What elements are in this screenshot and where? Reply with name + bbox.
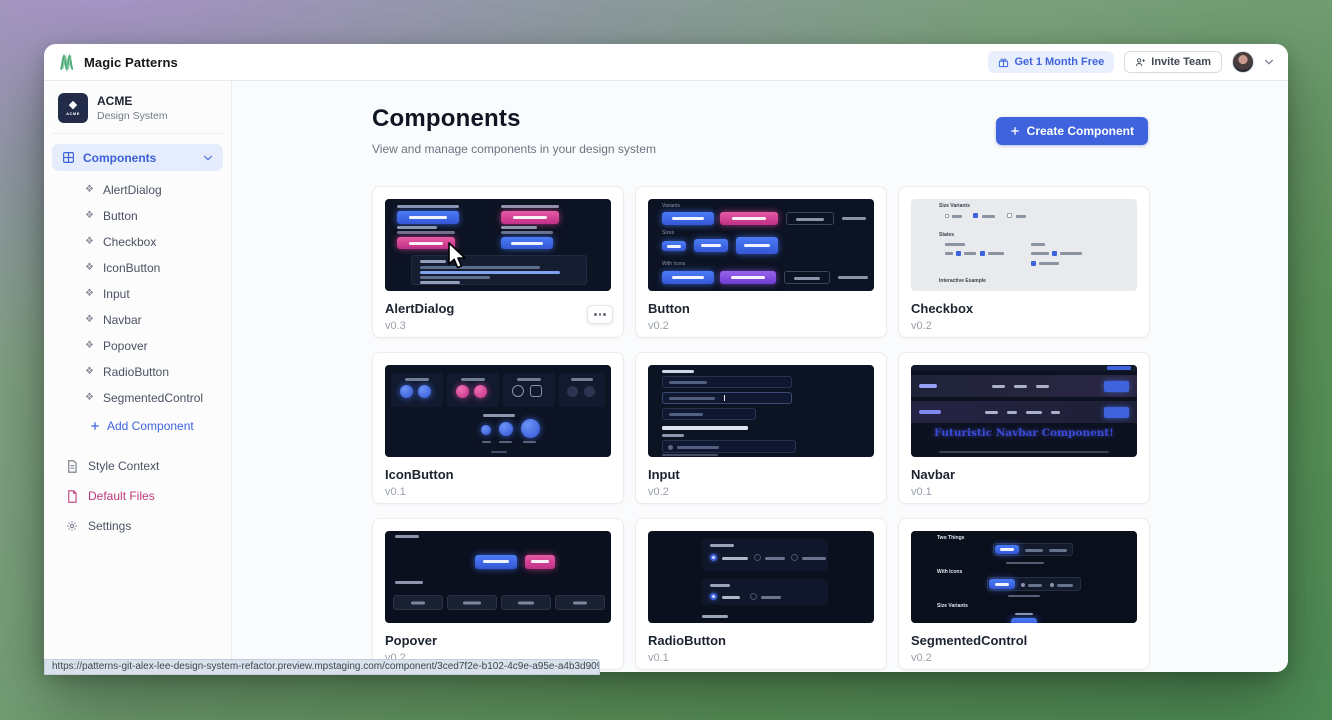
file-icon <box>66 490 78 503</box>
card-version: v0.1 <box>911 486 1137 498</box>
card-title: IconButton <box>385 467 611 482</box>
desktop-background: Magic Patterns Get 1 Month Free Invite T… <box>0 0 1332 720</box>
sidebar-item-popover[interactable]: ❖Popover <box>52 333 223 359</box>
navbar-thumbnail: Futuristic Navbar Component! <box>911 365 1137 457</box>
brand: Magic Patterns <box>58 53 178 72</box>
component-card-iconbutton[interactable]: IconButton v0.1 <box>372 352 624 504</box>
card-title: AlertDialog <box>385 301 611 316</box>
gift-icon <box>998 57 1009 68</box>
component-icon: ❖ <box>85 393 94 403</box>
main-content: Components View and manage components in… <box>232 81 1288 672</box>
component-icon: ❖ <box>85 263 94 273</box>
component-icon: ❖ <box>85 289 94 299</box>
component-card-popover[interactable]: Popover v0.2 <box>372 518 624 670</box>
person-plus-icon <box>1135 57 1146 68</box>
component-icon: ❖ <box>85 341 94 351</box>
card-title: Navbar <box>911 467 1137 482</box>
app-window: Magic Patterns Get 1 Month Free Invite T… <box>44 44 1288 672</box>
acme-logo: ◆ACME <box>58 93 88 123</box>
sidebar-item-iconbutton[interactable]: ❖IconButton <box>52 255 223 281</box>
card-version: v0.2 <box>648 486 874 498</box>
card-menu-button[interactable] <box>587 305 613 324</box>
card-version: v0.2 <box>911 652 1137 664</box>
card-title: Checkbox <box>911 301 1137 316</box>
card-title: Input <box>648 467 874 482</box>
card-version: v0.1 <box>385 486 611 498</box>
button-thumbnail: Variants Sizes With Icons <box>648 199 874 291</box>
chevron-down-icon <box>203 153 213 163</box>
card-version: v0.2 <box>911 320 1137 332</box>
component-icon: ❖ <box>85 237 94 247</box>
plus-icon <box>90 421 100 431</box>
sidebar-item-radiobutton[interactable]: ❖RadioButton <box>52 359 223 385</box>
component-card-alertdialog[interactable]: AlertDialog v0.3 <box>372 186 624 338</box>
file-text-icon <box>66 460 78 473</box>
grid-icon <box>62 151 75 164</box>
workspace-tagline: Design System <box>97 110 168 122</box>
sidebar-item-input[interactable]: ❖Input <box>52 281 223 307</box>
invite-team-button[interactable]: Invite Team <box>1124 51 1222 73</box>
app-header: Magic Patterns Get 1 Month Free Invite T… <box>44 44 1288 81</box>
card-title: Button <box>648 301 874 316</box>
component-icon: ❖ <box>85 185 94 195</box>
sidebar-item-button[interactable]: ❖Button <box>52 203 223 229</box>
sidebar: ◆ACME ACME Design System Components <box>44 81 232 672</box>
brand-name: Magic Patterns <box>84 55 178 70</box>
iconbutton-thumbnail <box>385 365 611 457</box>
card-title: SegmentedControl <box>911 633 1137 648</box>
link-preview-status-bar: https://patterns-git-alex-lee-design-sys… <box>44 659 600 675</box>
popover-thumbnail <box>385 531 611 623</box>
card-version: v0.1 <box>648 652 874 664</box>
component-card-button[interactable]: Variants Sizes With Icons <box>635 186 887 338</box>
segmentedcontrol-thumbnail: Two Things With Icons <box>911 531 1137 623</box>
gear-icon <box>66 520 78 532</box>
sidebar-item-settings[interactable]: Settings <box>52 511 223 541</box>
sidebar-item-components[interactable]: Components <box>52 144 223 171</box>
input-thumbnail <box>648 365 874 457</box>
workspace-switcher[interactable]: ◆ACME ACME Design System <box>52 89 223 134</box>
card-title: RadioButton <box>648 633 874 648</box>
component-grid: AlertDialog v0.3 Variants Sizes <box>372 186 1148 670</box>
component-icon: ❖ <box>85 211 94 221</box>
component-card-navbar[interactable]: Futuristic Navbar Component! Navbar v0.1 <box>898 352 1150 504</box>
page-subtitle: View and manage components in your desig… <box>372 142 656 156</box>
navbar-caption: Futuristic Navbar Component! <box>911 427 1137 439</box>
component-card-input[interactable]: Input v0.2 <box>635 352 887 504</box>
component-card-checkbox[interactable]: Size Variants States I <box>898 186 1150 338</box>
get-month-free-button[interactable]: Get 1 Month Free <box>988 51 1114 73</box>
card-version: v0.2 <box>648 320 874 332</box>
component-card-segmentedcontrol[interactable]: Two Things With Icons <box>898 518 1150 670</box>
radiobutton-thumbnail <box>648 531 874 623</box>
sidebar-item-navbar[interactable]: ❖Navbar <box>52 307 223 333</box>
plus-icon <box>1010 126 1020 136</box>
magic-patterns-logo-icon <box>58 53 77 72</box>
component-card-radiobutton[interactable]: RadioButton v0.1 <box>635 518 887 670</box>
component-icon: ❖ <box>85 367 94 377</box>
sidebar-item-style-context[interactable]: Style Context <box>52 451 223 481</box>
card-version: v0.3 <box>385 320 611 332</box>
sidebar-item-segmentedcontrol[interactable]: ❖SegmentedControl <box>52 385 223 411</box>
page-title: Components <box>372 105 656 133</box>
checkbox-thumbnail: Size Variants States I <box>911 199 1137 291</box>
create-component-button[interactable]: Create Component <box>996 117 1148 145</box>
component-icon: ❖ <box>85 315 94 325</box>
sidebar-item-alertdialog[interactable]: ❖AlertDialog <box>52 177 223 203</box>
user-avatar[interactable] <box>1232 51 1254 73</box>
sidebar-item-default-files[interactable]: Default Files <box>52 481 223 511</box>
add-component-button[interactable]: Add Component <box>52 411 223 441</box>
user-menu-chevron-icon[interactable] <box>1264 57 1274 67</box>
card-title: Popover <box>385 633 611 648</box>
workspace-name: ACME <box>97 94 168 108</box>
alertdialog-thumbnail <box>385 199 611 291</box>
sidebar-item-checkbox[interactable]: ❖Checkbox <box>52 229 223 255</box>
